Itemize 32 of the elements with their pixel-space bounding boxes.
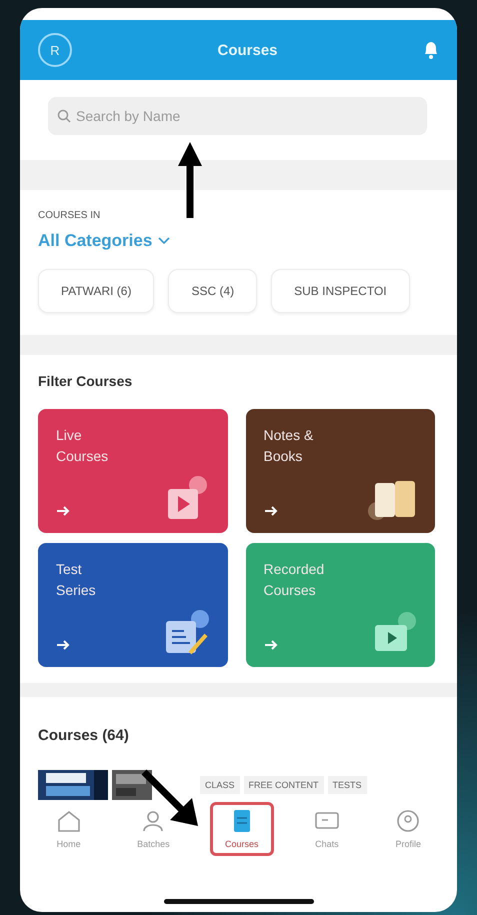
category-chip[interactable]: SUB INSPECTOI bbox=[271, 269, 410, 313]
card-title: Test Series bbox=[56, 560, 97, 600]
category-dropdown[interactable]: All Categories bbox=[38, 231, 170, 251]
avatar[interactable]: R bbox=[38, 33, 72, 67]
profile-icon bbox=[395, 809, 422, 833]
section-title: Filter Courses bbox=[38, 373, 134, 389]
card-title: Live Courses bbox=[56, 426, 110, 466]
home-icon bbox=[56, 809, 82, 833]
arrow-icon bbox=[56, 639, 70, 651]
card-title: Notes & Books bbox=[264, 426, 314, 466]
arrow-icon bbox=[56, 505, 70, 517]
chevron-icon bbox=[158, 237, 170, 245]
card-title: Recorded Courses bbox=[264, 560, 326, 600]
category-chip[interactable]: PATWARI (6) bbox=[38, 269, 154, 313]
course-tag: TESTS bbox=[328, 776, 367, 794]
section-title: Courses (64) bbox=[38, 727, 130, 744]
arrow-icon bbox=[264, 639, 278, 651]
arrow-icon bbox=[264, 505, 278, 517]
course-tag: FREE CONTENT bbox=[244, 776, 324, 794]
filter-card[interactable]: Live Courses bbox=[38, 409, 228, 533]
category-chip[interactable]: SSC (4) bbox=[168, 269, 258, 313]
search-field[interactable]: Search by Name bbox=[48, 97, 427, 135]
nav-tab[interactable]: Courses bbox=[210, 802, 274, 856]
search-icon bbox=[57, 109, 71, 123]
filter-card[interactable]: Notes & Books bbox=[246, 409, 435, 533]
section-caption: COURSES IN bbox=[38, 210, 102, 221]
bell-icon[interactable] bbox=[423, 41, 439, 59]
header-title: Courses bbox=[217, 42, 278, 58]
filter-card[interactable]: Test Series bbox=[38, 543, 228, 667]
up-arrow-icon bbox=[177, 140, 203, 220]
course-tag: CLASS bbox=[200, 776, 240, 794]
filter-card[interactable]: Recorded Courses bbox=[246, 543, 435, 667]
